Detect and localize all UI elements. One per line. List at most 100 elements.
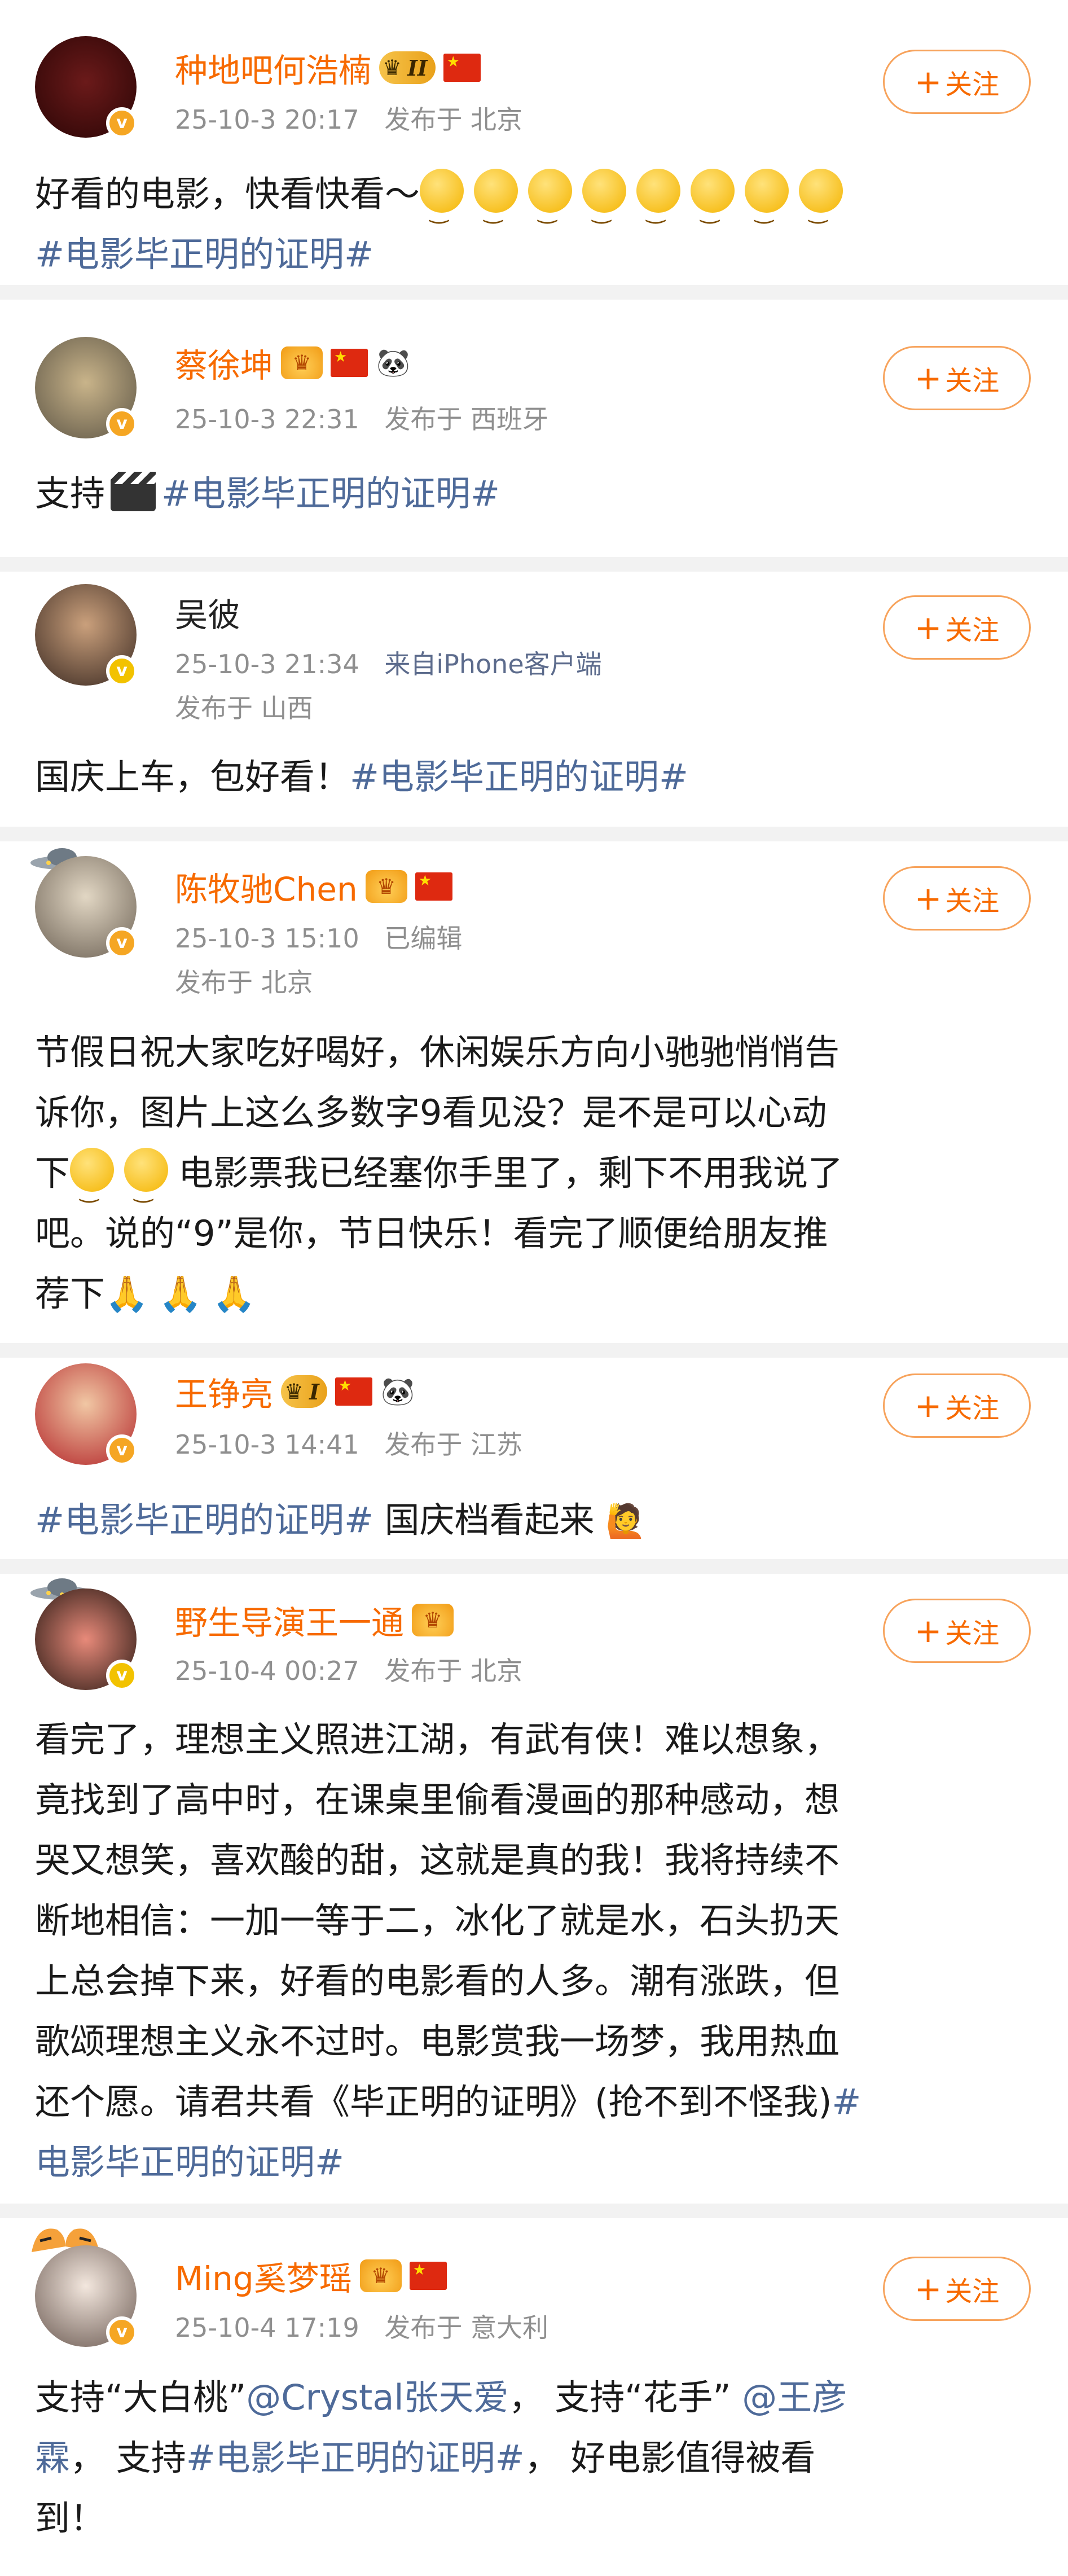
mention-link[interactable]: 霖: [35, 2437, 70, 2478]
name-row: 王铮亮 ♛I 🐼: [175, 1369, 415, 1414]
name-row: Ming奚梦瑶 ♛: [175, 2253, 447, 2298]
crown-badge-icon: ♛: [359, 2259, 402, 2292]
china-flag-icon: [415, 872, 452, 901]
shush-emoji-icon: [691, 169, 735, 242]
follow-button[interactable]: + 关注: [883, 1373, 1031, 1438]
post-meta: 25-10-3 22:31 发布于 西班牙: [175, 399, 565, 436]
hashtag-link[interactable]: #电影毕正明的证明#: [350, 756, 688, 797]
post-3: v 吴彼 25-10-3 21:34 来自iPhone客户端 发布于 山西 + 关…: [0, 572, 1068, 827]
verified-badge-icon: v: [106, 655, 138, 687]
avatar[interactable]: v: [35, 1363, 138, 1466]
shush-emoji-icon: [799, 169, 843, 242]
post-date: 25-10-3 21:34: [175, 649, 359, 679]
follow-button[interactable]: + 关注: [883, 595, 1031, 660]
post-separator: [0, 285, 1068, 300]
post-text: 看完了，理想主义照进江湖，有武有侠！难以想象， 竟找到了高中时，在课桌里偷看漫画…: [35, 1719, 862, 2183]
post-separator: [0, 827, 1068, 841]
post-1: v 种地吧何浩楠 ♛II 25-10-3 20:17 发布于 北京 +关注 好看…: [0, 0, 1068, 285]
user-name[interactable]: Ming奚梦瑶: [175, 2252, 352, 2299]
avatar[interactable]: v: [35, 584, 138, 687]
hashtag-link[interactable]: #电影毕正明的证明#: [35, 1499, 373, 1541]
post-2: v 蔡徐坤 ♛ 🐼 25-10-3 22:31 发布于 西班牙 +关注 支持#电…: [0, 300, 1068, 557]
post-client: 来自iPhone客户端: [384, 649, 602, 679]
shush-emoji-icon: [420, 169, 464, 242]
verified-badge-icon: v: [106, 927, 138, 959]
post-date: 25-10-3 22:31: [175, 404, 359, 435]
user-name[interactable]: 蔡徐坤: [175, 339, 273, 387]
follow-button[interactable]: + 关注: [883, 866, 1031, 931]
china-flag-icon: [443, 54, 481, 82]
post-meta: 25-10-4 17:19 发布于 意大利: [175, 2307, 565, 2345]
post-text: 支持 #电影毕正明的证明#: [35, 472, 500, 514]
post-location: 发布于 北京: [384, 104, 522, 135]
post-4: v 陈牧驰Chen ♛ 25-10-3 15:10 已编辑 发布于 北京 +关注…: [0, 841, 1068, 1343]
verified-badge-icon: v: [106, 408, 138, 440]
user-name[interactable]: 种地吧何浩楠: [175, 44, 371, 91]
folded-hands-icon: 🙏: [159, 1273, 203, 1314]
post-7: v Ming奚梦瑶 ♛ 25-10-4 17:19 发布于 意大利 +关注 支持…: [0, 2218, 1068, 2576]
china-flag-icon: [331, 349, 368, 377]
post-location: 发布于 北京: [175, 967, 313, 998]
panda-icon: 🐼: [380, 1376, 415, 1407]
plus-icon: +: [914, 879, 942, 918]
post-separator: [0, 1559, 1068, 1574]
plus-icon: +: [914, 63, 942, 101]
edited-label: 已编辑: [384, 923, 463, 954]
china-flag-icon: [335, 1377, 372, 1406]
user-name[interactable]: 王铮亮: [175, 1368, 273, 1415]
folded-hands-icon: 🙏: [212, 1273, 256, 1314]
mention-link[interactable]: @王彦: [742, 2377, 847, 2418]
user-name[interactable]: 吴彼: [175, 589, 240, 636]
post-meta: 25-10-3 14:41 发布于 江苏: [175, 1424, 539, 1462]
post-separator: [0, 1343, 1068, 1358]
crown-icon: ♛: [284, 1379, 304, 1404]
hashtag-link[interactable]: #电影毕正明的证明#: [35, 234, 373, 275]
avatar[interactable]: v: [35, 2245, 138, 2348]
hashtag-link[interactable]: #: [832, 2081, 861, 2122]
verified-badge-icon: v: [106, 1434, 138, 1466]
plus-icon: +: [914, 1612, 942, 1650]
user-name[interactable]: 陈牧驰Chen: [175, 863, 358, 910]
post-location: 发布于 山西: [175, 693, 313, 723]
follow-button[interactable]: + 关注: [883, 2257, 1031, 2321]
follow-button[interactable]: + 关注: [883, 50, 1031, 114]
mention-link[interactable]: @Crystal张天爱: [246, 2377, 508, 2418]
post-separator: [0, 2204, 1068, 2218]
avatar[interactable]: v: [35, 1588, 138, 1691]
verified-badge-icon: v: [106, 107, 138, 139]
crown-badge-icon: ♛: [412, 1604, 454, 1636]
follow-button[interactable]: + 关注: [883, 1599, 1031, 1663]
rank-badge: ♛ I: [281, 1375, 327, 1408]
clapperboard-icon: [111, 472, 156, 511]
crown-badge-icon: ♛: [281, 346, 323, 379]
avatar[interactable]: v: [35, 36, 138, 139]
china-flag-icon: [409, 2262, 447, 2290]
verified-badge-icon: v: [106, 2316, 138, 2348]
name-row: 吴彼: [175, 590, 240, 635]
post-date: 25-10-3 15:10: [175, 923, 359, 954]
user-name[interactable]: 野生导演王一通: [175, 1596, 404, 1644]
hashtag-link[interactable]: #电影毕正明的证明#: [161, 473, 500, 514]
post-location: 发布于 西班牙: [384, 404, 548, 435]
post-date: 25-10-4 00:27: [175, 1656, 359, 1686]
post-6: v 野生导演王一通 ♛ 25-10-4 00:27 发布于 北京 + 关注 看完了…: [0, 1574, 1068, 2204]
weibo-feed: v 种地吧何浩楠 ♛II 25-10-3 20:17 发布于 北京 +关注 好看…: [0, 0, 1068, 2576]
post-text: 国庆上车，包好看！#电影毕正明的证明#: [35, 756, 688, 797]
hashtag-link[interactable]: 电影毕正明的证明#: [35, 2141, 344, 2183]
name-row: 蔡徐坤 ♛ 🐼: [175, 340, 411, 385]
hashtag-link[interactable]: #电影毕正明的证明#: [186, 2437, 525, 2478]
panda-icon: 🐼: [376, 347, 410, 379]
follow-button[interactable]: + 关注: [883, 346, 1031, 410]
folded-hands-icon: 🙏: [105, 1273, 149, 1314]
post-date: 25-10-3 14:41: [175, 1429, 359, 1460]
grin-emoji-icon: [124, 1148, 169, 1221]
post-separator: [0, 557, 1068, 572]
crown-badge-icon: ♛: [365, 870, 407, 903]
shush-emoji-icon: [636, 169, 681, 242]
post-text: 好看的电影，快看快看～ #电影毕正明的证明#: [35, 164, 1028, 284]
avatar[interactable]: v: [35, 856, 138, 959]
plus-icon: +: [914, 2270, 942, 2308]
avatar[interactable]: v: [35, 337, 138, 440]
raising-hand-icon: 🙋: [605, 1502, 647, 1540]
grin-emoji-icon: [70, 1148, 115, 1221]
